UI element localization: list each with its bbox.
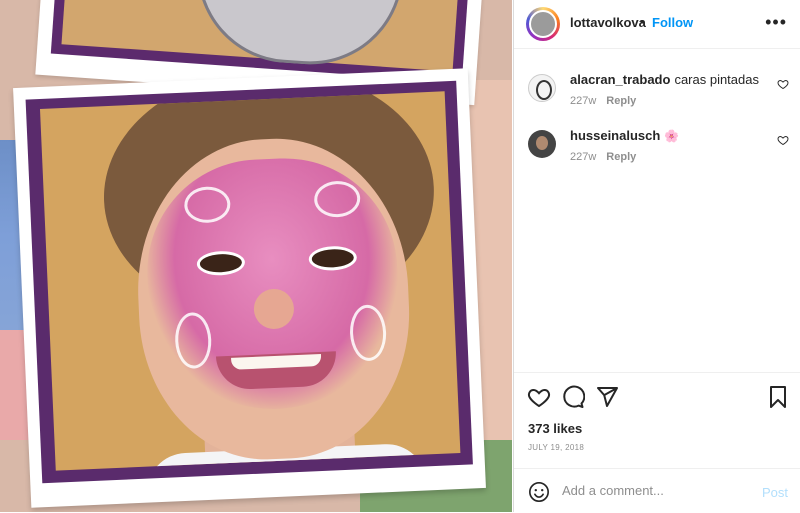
bookmark-icon[interactable] <box>766 385 790 409</box>
commenter-avatar[interactable] <box>528 130 556 158</box>
comment-item: alacran_trabado caras pintadas 227w Reply <box>514 70 800 120</box>
heart-icon[interactable] <box>527 385 551 409</box>
emoji-icon[interactable] <box>528 481 550 503</box>
separator-dot: • <box>640 14 645 29</box>
post-header: lottavolkova • Follow ••• <box>514 0 800 49</box>
comment-bubble-icon[interactable] <box>561 385 585 409</box>
painted-face-portrait <box>39 91 461 471</box>
comment-composer: Post <box>514 468 800 513</box>
post-side-panel: lottavolkova • Follow ••• alacran_trabad… <box>513 0 800 512</box>
more-horizontal-icon[interactable]: ••• <box>765 12 787 33</box>
likes-count[interactable]: 373 likes <box>528 421 582 436</box>
comment-input[interactable] <box>562 483 742 498</box>
send-plane-icon[interactable] <box>595 385 619 409</box>
author-username[interactable]: lottavolkova <box>570 15 646 30</box>
comment-text: 🌸 <box>664 129 680 143</box>
post-comment-button[interactable]: Post <box>762 485 788 500</box>
follow-button[interactable]: Follow <box>652 15 693 30</box>
commenter-username[interactable]: alacran_trabado <box>570 72 670 87</box>
reply-button[interactable]: Reply <box>606 151 636 163</box>
heart-icon[interactable] <box>777 78 789 90</box>
comment-item: husseinalusch 🌸 227w Reply <box>514 126 800 176</box>
comment-age: 227w <box>570 95 597 107</box>
photo-card-main <box>13 68 486 508</box>
commenter-username[interactable]: husseinalusch <box>570 128 660 143</box>
comment-age: 227w <box>570 151 597 163</box>
post-actions-bar <box>514 372 800 421</box>
post-photo[interactable] <box>0 0 512 512</box>
author-avatar[interactable] <box>526 7 560 41</box>
comment-text: caras pintadas <box>674 72 759 87</box>
heart-icon[interactable] <box>777 134 789 146</box>
commenter-avatar[interactable] <box>528 74 556 102</box>
post-date: JULY 19, 2018 <box>528 443 585 452</box>
reply-button[interactable]: Reply <box>606 95 636 107</box>
